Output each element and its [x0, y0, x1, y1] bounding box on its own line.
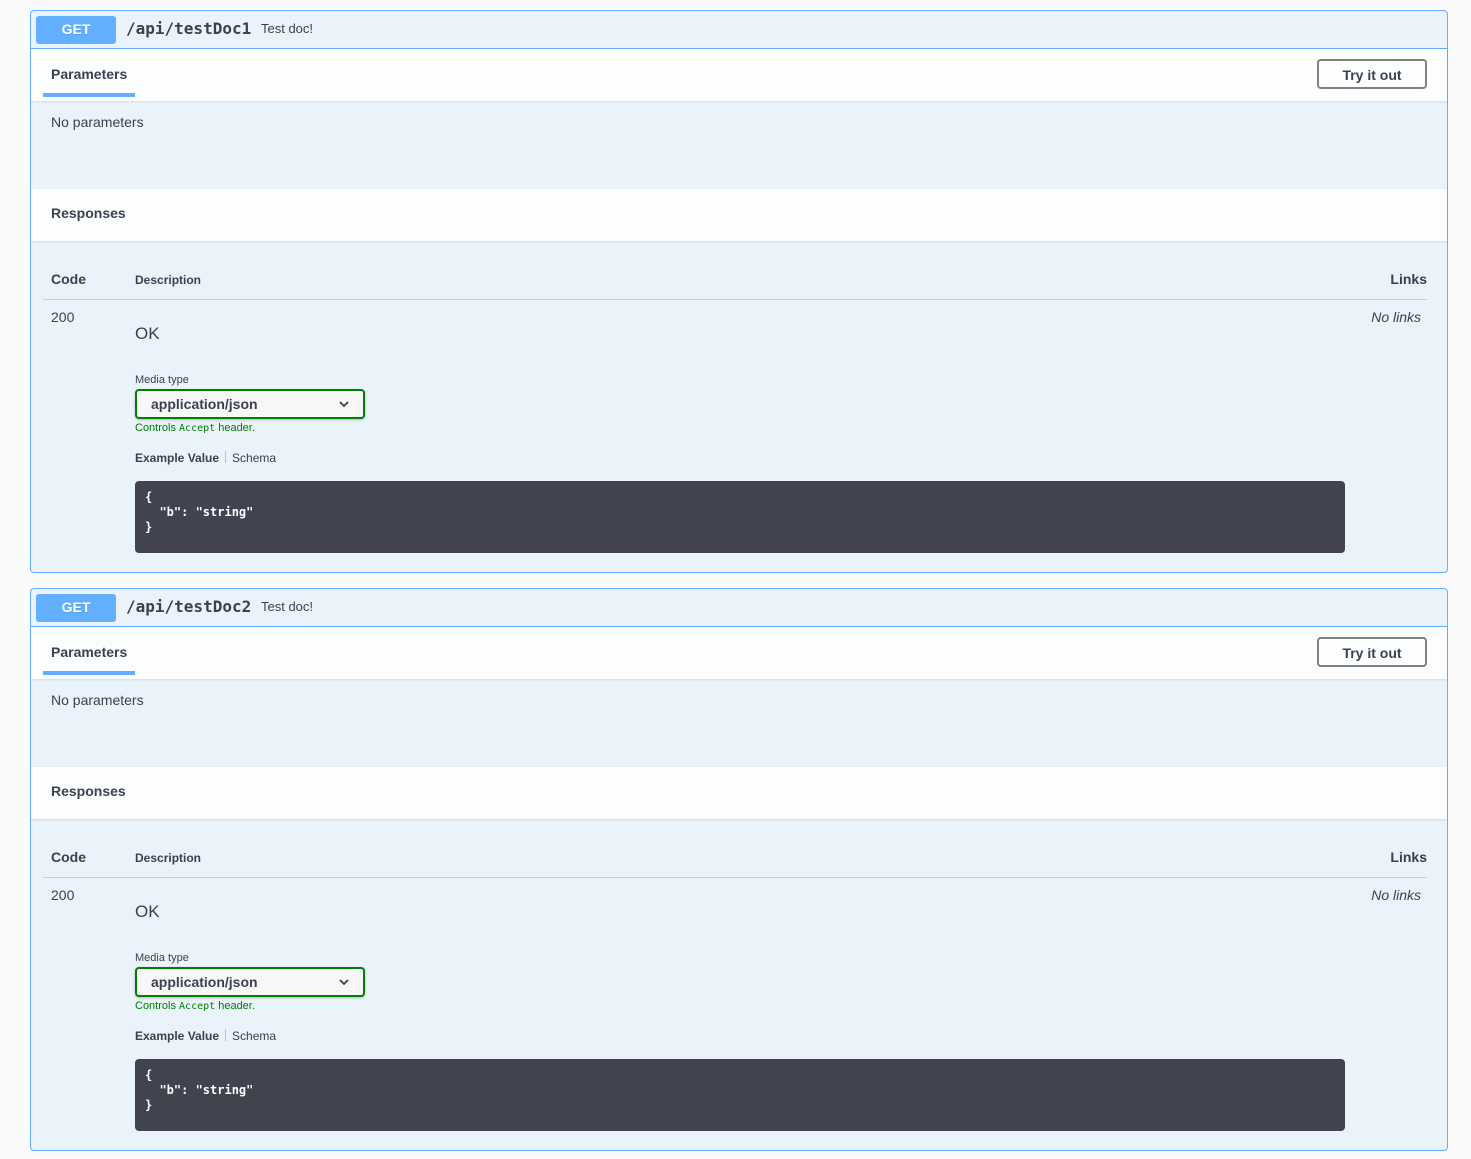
column-header-description: Description	[135, 851, 202, 865]
column-header-links: Links	[1390, 271, 1427, 287]
example-code: { "b": "string" }	[145, 490, 254, 534]
tab-separator	[225, 451, 227, 463]
responses-title: Responses	[51, 783, 126, 799]
divider	[43, 299, 1427, 300]
method-badge: GET	[36, 16, 116, 44]
operation-summary[interactable]: GET /api/testDoc1 Test doc!	[31, 11, 1447, 49]
responses-header: Responses	[31, 189, 1447, 241]
no-parameters-text: No parameters	[51, 692, 144, 708]
media-type-label: Media type	[135, 374, 189, 386]
response-description: OK	[135, 324, 160, 343]
response-code: 200	[51, 309, 75, 325]
no-parameters-text: No parameters	[51, 114, 144, 130]
media-type-select[interactable]: application/json	[135, 967, 365, 997]
chevron-down-icon	[339, 979, 349, 986]
response-links: No links	[1371, 887, 1421, 903]
operation-block-testdoc2: GET /api/testDoc2 Test doc! Parameters T…	[30, 588, 1448, 1151]
response-description: OK	[135, 902, 160, 921]
column-header-links: Links	[1390, 849, 1427, 865]
operation-path: /api/testDoc1	[126, 19, 252, 38]
media-type-value: application/json	[151, 974, 258, 990]
try-it-out-button[interactable]: Try it out	[1317, 59, 1427, 89]
response-links: No links	[1371, 309, 1421, 325]
tab-parameters[interactable]: Parameters	[51, 644, 127, 660]
responses-header: Responses	[31, 767, 1447, 819]
media-type-value: application/json	[151, 396, 258, 412]
divider	[43, 877, 1427, 878]
parameters-header: Parameters Try it out	[31, 49, 1447, 101]
operation-description: Test doc!	[261, 599, 314, 614]
method-badge: GET	[36, 594, 116, 622]
example-tabs: Example Value Schema	[135, 1029, 276, 1043]
parameters-header: Parameters Try it out	[31, 627, 1447, 679]
example-code-block: { "b": "string" }	[135, 481, 1345, 553]
tab-schema[interactable]: Schema	[232, 1029, 276, 1043]
tab-example-value[interactable]: Example Value	[135, 451, 219, 465]
responses-title: Responses	[51, 205, 126, 221]
tab-underline	[43, 671, 135, 675]
controls-accept-note: Controls Accept header.	[135, 422, 255, 434]
column-header-code: Code	[51, 849, 86, 865]
tab-schema[interactable]: Schema	[232, 451, 276, 465]
responses-table: Code Description Links 200 OK No links M…	[31, 819, 1447, 1152]
media-type-select[interactable]: application/json	[135, 389, 365, 419]
controls-accept-note: Controls Accept header.	[135, 1000, 255, 1012]
operation-path: /api/testDoc2	[126, 597, 252, 616]
tab-example-value[interactable]: Example Value	[135, 1029, 219, 1043]
try-it-out-button[interactable]: Try it out	[1317, 637, 1427, 667]
tab-parameters[interactable]: Parameters	[51, 66, 127, 82]
controls-text: Controls	[135, 422, 180, 434]
operation-block-testdoc1: GET /api/testDoc1 Test doc! Parameters T…	[30, 10, 1448, 573]
controls-text-end: header.	[215, 422, 255, 434]
controls-text-end: header.	[215, 1000, 255, 1012]
responses-table: Code Description Links 200 OK No links M…	[31, 241, 1447, 574]
controls-code: Accept	[179, 1001, 216, 1012]
column-header-code: Code	[51, 271, 86, 287]
controls-text: Controls	[135, 1000, 180, 1012]
example-tabs: Example Value Schema	[135, 451, 276, 465]
example-code-block: { "b": "string" }	[135, 1059, 1345, 1131]
media-type-label: Media type	[135, 952, 189, 964]
response-code: 200	[51, 887, 75, 903]
tab-underline	[43, 93, 135, 97]
column-header-description: Description	[135, 273, 202, 287]
parameters-body: No parameters	[31, 679, 1447, 767]
operation-summary[interactable]: GET /api/testDoc2 Test doc!	[31, 589, 1447, 627]
chevron-down-icon	[339, 401, 349, 408]
parameters-body: No parameters	[31, 101, 1447, 189]
example-code: { "b": "string" }	[145, 1068, 254, 1112]
operation-description: Test doc!	[261, 21, 314, 36]
tab-separator	[225, 1029, 227, 1041]
controls-code: Accept	[179, 423, 216, 434]
